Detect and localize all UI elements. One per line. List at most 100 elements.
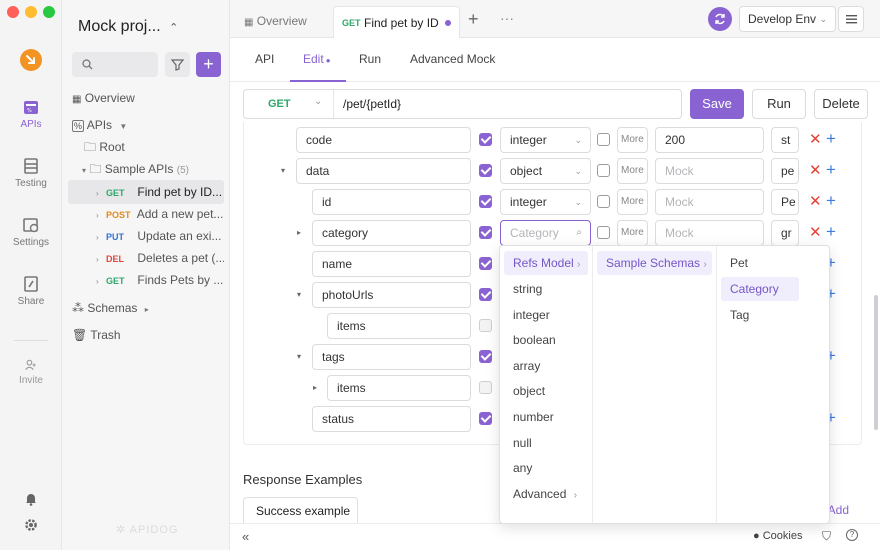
tab-run[interactable]: Run	[359, 52, 381, 66]
field-name-input[interactable]: data	[296, 158, 471, 184]
dropdown-item[interactable]: boolean	[504, 328, 556, 352]
rail-item-invite[interactable]: Invite	[0, 358, 62, 386]
type-select[interactable]: object ⌄	[500, 158, 591, 184]
field-name-input[interactable]: id	[312, 189, 471, 215]
filter-button[interactable]	[165, 52, 190, 77]
environment-select[interactable]: Develop Env ⌄	[739, 6, 836, 32]
description-input[interactable]: st	[771, 127, 799, 153]
sidebar-item-overview[interactable]: ▦ Overview	[68, 86, 224, 110]
sidebar-item-root[interactable]: 🗀 Root	[68, 135, 224, 159]
field-name-input[interactable]: items	[327, 313, 471, 339]
dropdown-item[interactable]: any	[504, 456, 532, 480]
dropdown-item-advanced[interactable]: Advanced ›	[504, 482, 588, 506]
app-logo-icon[interactable]	[20, 49, 42, 71]
description-input[interactable]: Pe	[771, 189, 799, 215]
tab-edit[interactable]: Edit ●	[303, 52, 331, 66]
dropdown-item[interactable]: object	[504, 379, 545, 403]
required-checkbox[interactable]	[479, 195, 492, 208]
type-select[interactable]: integer ⌄	[500, 189, 591, 215]
scrollbar-thumb[interactable]	[874, 295, 878, 430]
caret-down-icon[interactable]: ▾	[297, 352, 301, 361]
nullable-checkbox[interactable]	[597, 226, 610, 239]
mock-input[interactable]: Mock	[655, 189, 764, 215]
field-name-input[interactable]: code	[296, 127, 471, 153]
required-checkbox[interactable]	[479, 350, 492, 363]
dropdown-item[interactable]: null	[504, 431, 532, 455]
add-field-icon[interactable]: +	[826, 223, 836, 240]
type-select[interactable]: integer ⌄	[500, 127, 591, 153]
required-checkbox[interactable]	[479, 412, 492, 425]
tab-advanced-mock[interactable]: Advanced Mock	[410, 52, 495, 66]
cookies-button[interactable]: ● Cookies	[753, 530, 802, 542]
field-name-input[interactable]: tags	[312, 344, 471, 370]
more-tabs-button[interactable]: ···	[500, 10, 514, 26]
tab-overview[interactable]: ▦ Overview	[244, 14, 307, 28]
sidebar-search-input[interactable]	[72, 52, 158, 77]
new-tab-button[interactable]: +	[468, 9, 479, 30]
add-field-icon[interactable]: +	[826, 192, 836, 209]
required-checkbox[interactable]	[479, 288, 492, 301]
nullable-checkbox[interactable]	[597, 195, 610, 208]
sidebar-item-apis[interactable]: % APIs ▼	[68, 113, 224, 137]
more-button[interactable]: More	[617, 189, 648, 215]
tab-find-pet[interactable]: GET Find pet by ID	[333, 6, 460, 39]
dropdown-item-category[interactable]: Category	[721, 277, 799, 301]
sidebar-endpoint[interactable]: › POST Add a new pet...	[68, 202, 224, 226]
mock-input[interactable]: Mock	[655, 220, 764, 246]
dropdown-item[interactable]: number	[504, 405, 554, 429]
dropdown-item[interactable]: string	[504, 277, 542, 301]
caret-down-icon[interactable]: ▾	[297, 290, 301, 299]
type-select-open[interactable]: Category ⌕	[500, 220, 591, 246]
required-checkbox[interactable]	[479, 164, 492, 177]
run-button[interactable]: Run	[752, 89, 806, 119]
add-button[interactable]: +	[196, 52, 221, 77]
required-checkbox[interactable]	[479, 133, 492, 146]
caret-down-icon[interactable]: ▾	[281, 166, 285, 175]
mock-input[interactable]: 200	[655, 127, 764, 153]
rail-item-testing[interactable]: Testing	[0, 157, 62, 189]
dropdown-item[interactable]: Tag	[721, 303, 749, 327]
delete-field-icon[interactable]: ✕	[809, 194, 822, 209]
description-input[interactable]: gr	[771, 220, 799, 246]
add-field-icon[interactable]: +	[826, 161, 836, 178]
required-checkbox[interactable]	[479, 257, 492, 270]
sidebar-folder-sample-apis[interactable]: ▾ 🗀 Sample APIs (5)	[68, 157, 224, 181]
more-button[interactable]: More	[617, 220, 648, 246]
caret-right-icon[interactable]: ▸	[313, 383, 317, 392]
delete-field-icon[interactable]: ✕	[809, 225, 822, 240]
delete-field-icon[interactable]: ✕	[809, 163, 822, 178]
tab-success-example[interactable]: Success example	[243, 497, 358, 525]
sidebar-endpoint[interactable]: › DEL Deletes a pet (...	[68, 246, 224, 270]
notification-bell-icon[interactable]	[24, 492, 38, 506]
delete-button[interactable]: Delete	[814, 89, 868, 119]
more-button[interactable]: More	[617, 127, 648, 153]
method-select[interactable]: GET ⌄	[244, 90, 334, 118]
dropdown-item[interactable]: Pet	[721, 251, 748, 275]
menu-button[interactable]	[838, 6, 864, 32]
dropdown-item-refs-model[interactable]: Refs Model ›	[504, 251, 588, 275]
dropdown-item[interactable]: integer	[504, 303, 550, 327]
field-name-input[interactable]: status	[312, 406, 471, 432]
description-input[interactable]: pe	[771, 158, 799, 184]
rail-item-apis[interactable]: % APIs	[0, 98, 62, 130]
shirt-icon[interactable]: ⛉	[822, 529, 831, 544]
field-name-input[interactable]: photoUrls	[312, 282, 471, 308]
rail-item-share[interactable]: Share	[0, 275, 62, 307]
add-field-icon[interactable]: +	[826, 130, 836, 147]
nullable-checkbox[interactable]	[597, 133, 610, 146]
url-path-input[interactable]: /pet/{petId}	[343, 97, 401, 111]
project-switcher[interactable]: Mock proj... ⌃	[78, 18, 178, 36]
required-checkbox[interactable]	[479, 226, 492, 239]
dropdown-item-sample-schemas[interactable]: Sample Schemas ›	[597, 251, 712, 275]
collapse-sidebar-icon[interactable]: «	[242, 529, 249, 544]
dropdown-item[interactable]: array	[504, 354, 540, 378]
nullable-checkbox[interactable]	[597, 164, 610, 177]
sidebar-item-trash[interactable]: 🗑 Trash	[68, 323, 224, 347]
tab-api[interactable]: API	[255, 52, 274, 66]
minimize-window-button[interactable]	[25, 6, 37, 18]
delete-field-icon[interactable]: ✕	[809, 132, 822, 147]
sidebar-endpoint[interactable]: › GET Find pet by ID...	[68, 180, 224, 204]
sidebar-item-schemas[interactable]: ⁂ Schemas ▸	[68, 296, 224, 320]
more-button[interactable]: More	[617, 158, 648, 184]
caret-right-icon[interactable]: ▸	[297, 228, 301, 237]
